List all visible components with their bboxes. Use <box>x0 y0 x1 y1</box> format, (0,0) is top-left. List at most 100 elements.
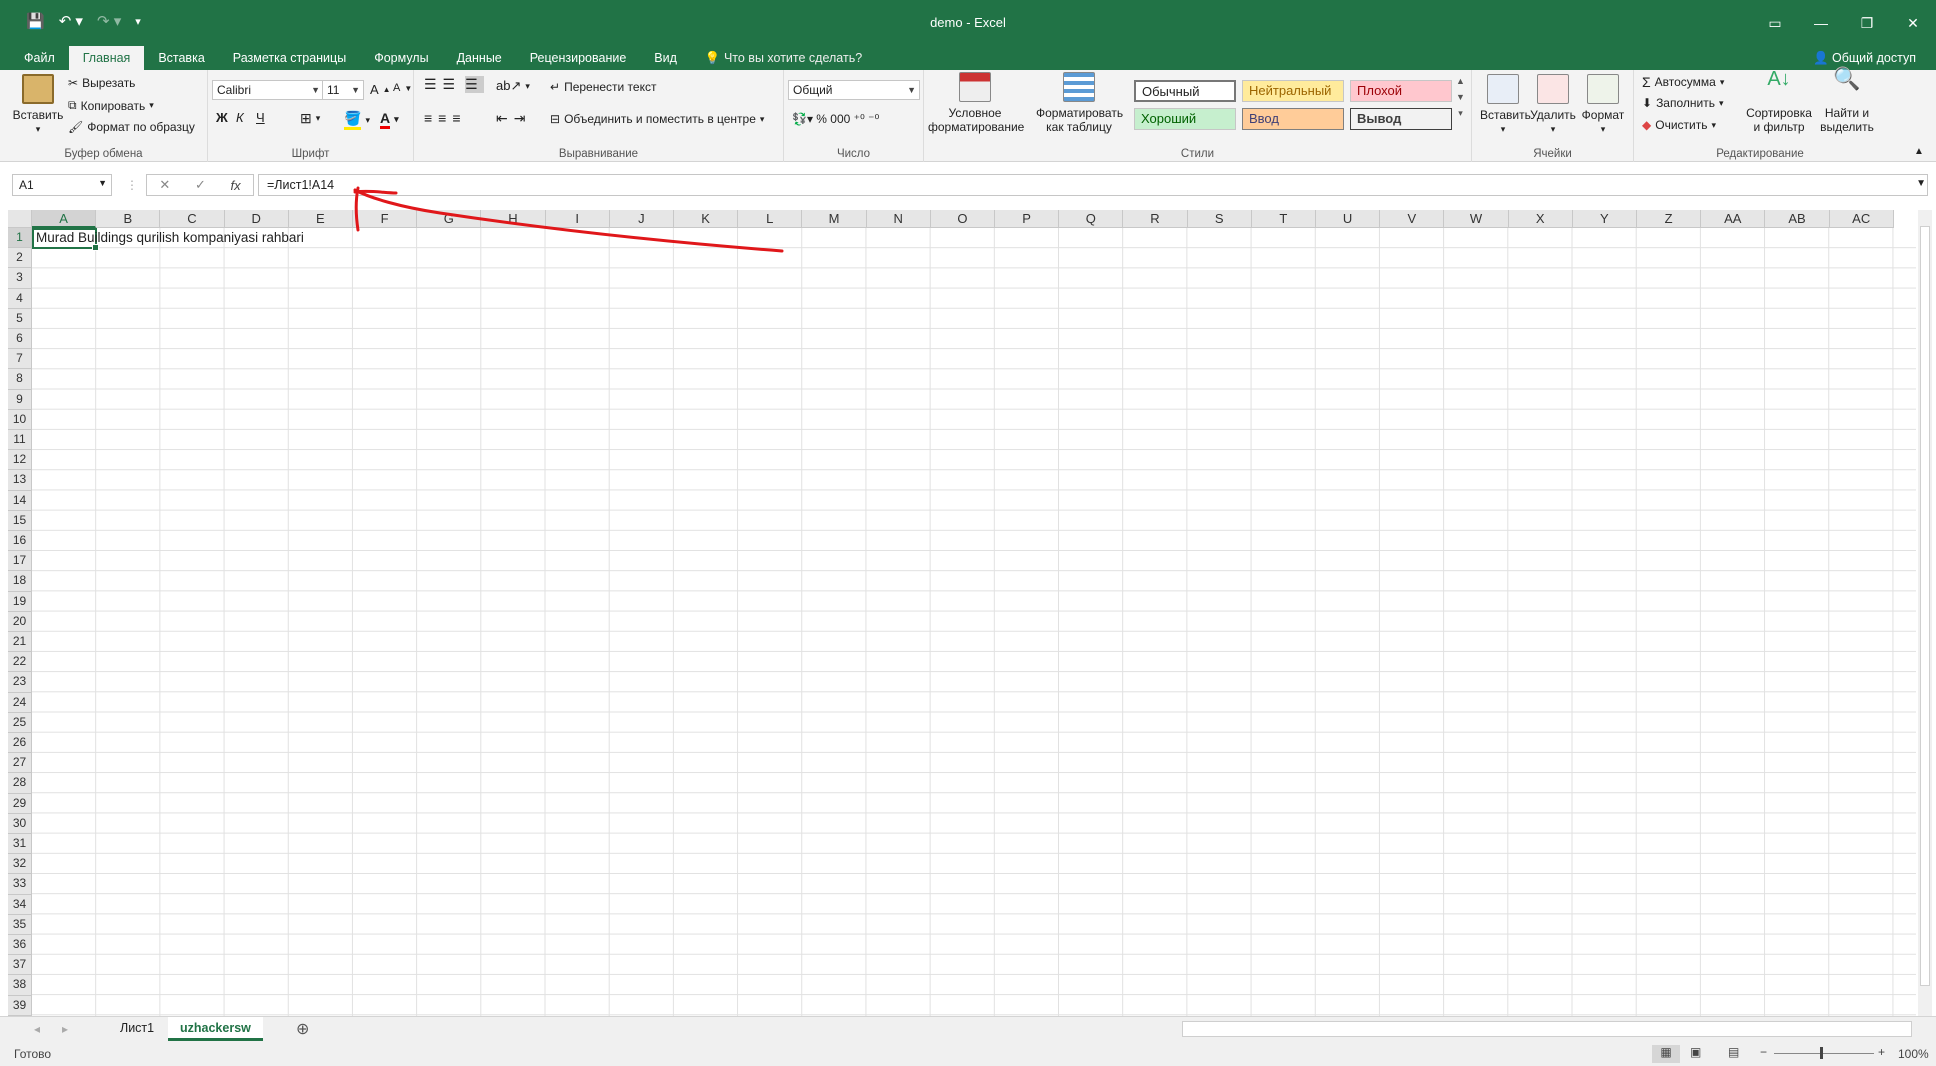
row-header[interactable]: 30 <box>8 813 32 834</box>
font-size-combo[interactable]: 11 ▼ <box>322 80 364 100</box>
insert-cells-button[interactable]: Вставить ▾ <box>1480 74 1531 136</box>
column-header[interactable]: C <box>160 210 225 228</box>
restore-button[interactable]: ❐ <box>1844 0 1890 46</box>
row-header[interactable]: 34 <box>8 894 32 915</box>
column-header[interactable]: U <box>1316 210 1381 228</box>
row-header[interactable]: 8 <box>8 369 32 390</box>
row-header[interactable]: 25 <box>8 712 32 733</box>
wrap-text-button[interactable]: ↵ Перенести текст <box>550 80 656 94</box>
column-header[interactable]: J <box>609 210 674 228</box>
zoom-out-icon[interactable]: − <box>1760 1045 1767 1059</box>
row-header[interactable]: 4 <box>8 288 32 309</box>
fill-button[interactable]: ⬇ Заполнить ▾ <box>1642 96 1724 110</box>
zoom-slider[interactable] <box>1774 1053 1874 1054</box>
find-select-button[interactable]: 🔍 Найти и выделить <box>1814 68 1880 135</box>
row-header[interactable]: 31 <box>8 834 32 855</box>
styles-scroll-icons[interactable]: ▲ ▼ ▾ <box>1456 76 1465 119</box>
cut-button[interactable]: ✂ Вырезать <box>68 76 135 90</box>
column-header[interactable]: W <box>1444 210 1509 228</box>
column-header[interactable]: N <box>866 210 931 228</box>
row-header[interactable]: 26 <box>8 733 32 754</box>
add-sheet-icon[interactable]: ⊕ <box>296 1019 309 1039</box>
insert-function-button[interactable]: fx <box>231 178 241 193</box>
row-header[interactable]: 21 <box>8 632 32 653</box>
column-header[interactable]: K <box>674 210 739 228</box>
normal-view-icon[interactable]: ▦ <box>1652 1045 1680 1063</box>
merge-center-button[interactable]: ⊟ Объединить и поместить в центре ▾ <box>550 112 764 126</box>
grow-font-button[interactable]: A ▲ <box>370 82 391 97</box>
row-header[interactable]: 38 <box>8 975 32 996</box>
cancel-icon[interactable]: ✕ <box>159 177 170 193</box>
row-header[interactable]: 23 <box>8 672 32 693</box>
sheet-tab-uzhackersw[interactable]: uzhackersw <box>168 1017 263 1041</box>
column-header[interactable]: Y <box>1572 210 1637 228</box>
conditional-formatting-button[interactable]: Условное форматирование <box>928 72 1024 134</box>
row-header[interactable]: 11 <box>8 430 32 451</box>
row-header[interactable]: 37 <box>8 955 32 976</box>
row-header[interactable]: 16 <box>8 531 32 552</box>
select-all-corner[interactable] <box>8 210 32 228</box>
collapse-ribbon-icon[interactable]: ▲ <box>1914 146 1924 157</box>
autosum-button[interactable]: Σ Автосумма ▾ <box>1642 74 1724 90</box>
column-header[interactable]: R <box>1123 210 1188 228</box>
bold-button[interactable]: Ж <box>216 110 228 125</box>
vertical-scrollbar[interactable] <box>1918 210 1932 1016</box>
tab-scroll-right-icon[interactable]: ▸ <box>62 1022 68 1036</box>
column-header[interactable]: H <box>481 210 546 228</box>
orientation-icon[interactable]: ab↗ ▾ <box>496 78 530 94</box>
row-header[interactable]: 9 <box>8 389 32 410</box>
row-header[interactable]: 3 <box>8 268 32 289</box>
column-header[interactable]: S <box>1187 210 1252 228</box>
format-painter-button[interactable]: 🖌 Формат по образцу <box>68 120 195 134</box>
column-header[interactable]: AA <box>1701 210 1766 228</box>
row-header[interactable]: 35 <box>8 914 32 935</box>
column-header[interactable]: B <box>96 210 161 228</box>
tab-scroll-left-icon[interactable]: ◂ <box>34 1022 40 1036</box>
style-bad[interactable]: Плохой <box>1350 80 1452 102</box>
enter-icon[interactable]: ✓ <box>195 177 206 193</box>
format-as-table-button[interactable]: Форматировать как таблицу <box>1036 72 1123 134</box>
column-header[interactable]: F <box>353 210 418 228</box>
sort-filter-button[interactable]: A↓ Сортировка и фильтр <box>1744 69 1814 134</box>
row-header[interactable]: 2 <box>8 248 32 269</box>
number-format-combo[interactable]: Общий ▼ <box>788 80 920 100</box>
font-color-icon[interactable]: A ▾ <box>380 110 399 129</box>
row-header[interactable]: 29 <box>8 793 32 814</box>
indent-icons[interactable]: ⇤⇥ <box>496 110 531 127</box>
row-header[interactable]: 15 <box>8 510 32 531</box>
row-header[interactable]: 33 <box>8 874 32 895</box>
tab-home[interactable]: Главная <box>68 46 145 70</box>
column-header[interactable]: O <box>930 210 995 228</box>
column-header[interactable]: D <box>224 210 289 228</box>
column-header[interactable]: AB <box>1765 210 1830 228</box>
paste-button[interactable]: Вставить ▾ <box>10 74 66 136</box>
style-normal[interactable]: Обычный <box>1134 80 1236 102</box>
close-button[interactable]: ✕ <box>1890 0 1936 46</box>
tab-view[interactable]: Вид <box>640 46 691 70</box>
row-header[interactable]: 20 <box>8 611 32 632</box>
clear-button[interactable]: ◆ Очистить ▾ <box>1642 118 1716 132</box>
column-header[interactable]: Z <box>1637 210 1702 228</box>
zoom-thumb[interactable] <box>1820 1047 1823 1059</box>
column-header[interactable]: M <box>802 210 867 228</box>
row-header[interactable]: 28 <box>8 773 32 794</box>
ribbon-display-icon[interactable]: ▭ <box>1752 0 1798 46</box>
column-header[interactable]: E <box>288 210 353 228</box>
row-header[interactable]: 39 <box>8 995 32 1016</box>
column-header[interactable]: V <box>1380 210 1445 228</box>
style-input[interactable]: Ввод <box>1242 108 1344 130</box>
row-header[interactable]: 17 <box>8 551 32 572</box>
tab-insert[interactable]: Вставка <box>144 46 218 70</box>
row-header[interactable]: 19 <box>8 591 32 612</box>
sheet-tab-list1[interactable]: Лист1 <box>108 1017 166 1041</box>
shrink-font-button[interactable]: A ▼ <box>393 82 412 94</box>
row-header[interactable]: 24 <box>8 692 32 713</box>
row-header[interactable]: 12 <box>8 450 32 471</box>
column-header[interactable]: I <box>545 210 610 228</box>
zoom-in-icon[interactable]: + <box>1878 1045 1885 1059</box>
font-name-combo[interactable]: Calibri ▼ <box>212 80 324 100</box>
style-output[interactable]: Вывод <box>1350 108 1452 130</box>
row-header[interactable]: 5 <box>8 308 32 329</box>
page-layout-icon[interactable]: ▣ <box>1690 1045 1701 1059</box>
row-header[interactable]: 14 <box>8 490 32 511</box>
